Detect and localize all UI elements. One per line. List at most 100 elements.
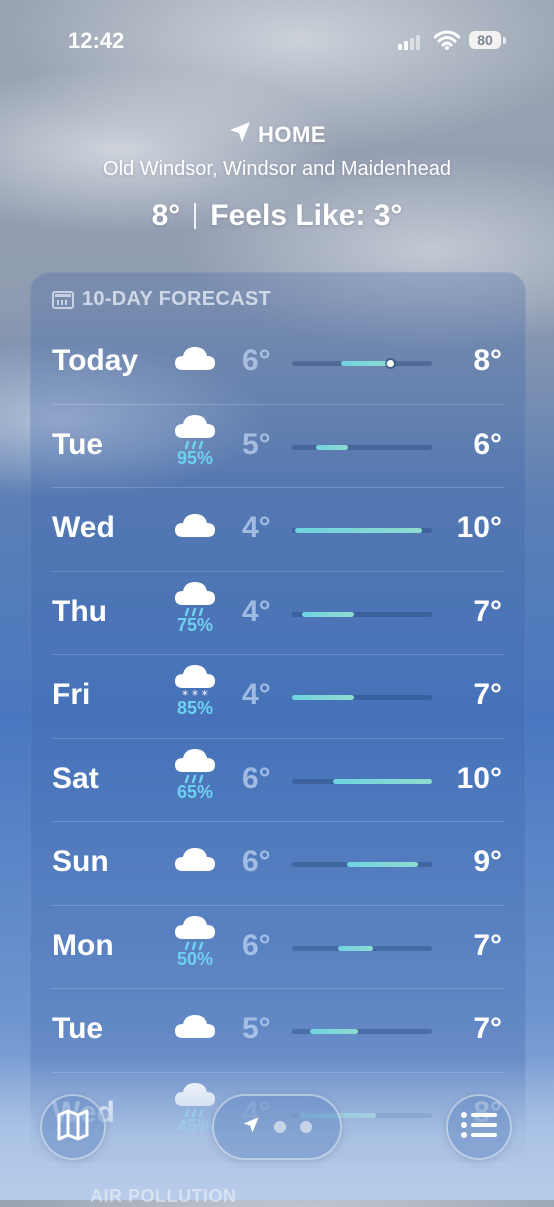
- forecast-day: Today: [52, 344, 139, 377]
- weather-icon-wrap: 65%: [170, 746, 220, 810]
- temperature-range-fill: [346, 862, 418, 867]
- low-temperature: 6°: [242, 845, 271, 878]
- temperature-range-fill: [292, 695, 354, 700]
- calendar-icon: [52, 290, 74, 309]
- list-icon: [460, 1110, 498, 1145]
- temperature-range-fill: [310, 1029, 358, 1034]
- battery-indicator: 80: [469, 31, 501, 49]
- separator: [194, 203, 197, 229]
- high-temperature: 7°: [473, 594, 502, 628]
- location-subtitle: Old Windsor, Windsor and Maidenhead: [103, 158, 451, 180]
- high-temperature: 7°: [473, 1012, 502, 1045]
- forecast-day: Wed: [52, 511, 115, 544]
- temperature-range-fill: [338, 945, 374, 951]
- map-button[interactable]: [40, 1094, 106, 1160]
- high-temperature: 6°: [473, 427, 502, 461]
- list-button[interactable]: [446, 1094, 512, 1160]
- forecast-day: Fri: [52, 678, 91, 711]
- row-divider: [52, 403, 504, 405]
- precipitation-chance: 95%: [176, 447, 214, 468]
- weather-icon-wrap: * * * 85%: [170, 662, 220, 726]
- snow-cloud-icon: * * *: [170, 662, 220, 700]
- low-temperature: 4°: [242, 594, 271, 628]
- temperature-range-fill: [332, 778, 432, 784]
- low-temperature: 6°: [242, 344, 271, 377]
- location-name: HOME: [258, 122, 326, 147]
- low-temperature: 6°: [242, 761, 271, 795]
- row-divider: [52, 737, 504, 739]
- page-dot[interactable]: [300, 1121, 312, 1133]
- weather-icon-wrap: [170, 511, 220, 575]
- location-arrow-icon: [242, 1116, 260, 1139]
- cloud-icon: [170, 845, 220, 875]
- forecast-day: Mon: [52, 928, 114, 962]
- precipitation-chance: 50%: [176, 948, 214, 969]
- forecast-row: Mon 50% 6° 7°: [30, 904, 526, 988]
- rain-cloud-icon: [170, 579, 220, 617]
- temperature-range-bar: [292, 360, 432, 367]
- temperature-summary: 8° Feels Like: 3°: [0, 199, 554, 233]
- location-pager[interactable]: [212, 1094, 342, 1160]
- rain-cloud-icon: [170, 913, 220, 951]
- map-icon: [55, 1107, 91, 1148]
- row-divider: [52, 654, 504, 655]
- forecast-row: Wed 4° 10°: [30, 487, 526, 570]
- precipitation-chance: 65%: [176, 781, 214, 802]
- row-divider: [52, 487, 504, 488]
- row-divider: [52, 904, 504, 906]
- high-temperature: 8°: [473, 344, 502, 377]
- forecast-row: Tue 5° 7°: [30, 988, 526, 1071]
- location-arrow-icon: [228, 120, 252, 150]
- temperature-range-bar: [292, 1029, 432, 1034]
- temperature-range-fill: [301, 611, 354, 617]
- forecast-row: Sat 65% 6° 10°: [30, 737, 526, 821]
- temperature-range-fill: [341, 361, 393, 366]
- low-temperature: 4°: [242, 678, 271, 711]
- weather-icon-wrap: [170, 344, 220, 408]
- row-divider: [52, 988, 504, 989]
- high-temperature: 9°: [473, 845, 502, 878]
- cellular-signal-icon: [398, 34, 424, 50]
- feels-like: Feels Like: 3°: [210, 199, 403, 232]
- weather-icon-wrap: 95%: [170, 412, 220, 476]
- precipitation-chance: 85%: [176, 698, 214, 718]
- page-dot[interactable]: [274, 1121, 286, 1133]
- temperature-range-bar: [292, 695, 432, 700]
- ten-day-forecast-card[interactable]: 10-DAY FORECAST Today 6° 8° Tue 95% 5° 6° Wed 4°…: [30, 272, 526, 1162]
- cloud-icon: [170, 511, 220, 541]
- weather-icon-wrap: 75%: [170, 579, 220, 643]
- air-pollution-heading: AIR POLLUTION: [90, 1186, 237, 1206]
- current-temperature: 8°: [151, 199, 181, 232]
- high-temperature: 10°: [456, 761, 502, 795]
- temperature-range-bar: [292, 444, 432, 450]
- temperature-range-bar: [292, 945, 432, 951]
- forecast-row: Today 6° 8°: [30, 320, 526, 403]
- rain-cloud-icon: [170, 746, 220, 784]
- forecast-row: Thu 75% 4° 7°: [30, 570, 526, 654]
- low-temperature: 4°: [242, 511, 271, 544]
- forecast-day: Tue: [52, 427, 104, 461]
- temperature-range-fill: [294, 528, 423, 533]
- row-divider: [52, 570, 504, 572]
- temperature-range-bar: [292, 778, 432, 784]
- cloud-icon: [170, 1012, 220, 1042]
- battery-nub: [503, 37, 506, 44]
- low-temperature: 6°: [242, 928, 271, 962]
- high-temperature: 10°: [456, 511, 502, 544]
- forecast-day: Tue: [52, 1012, 104, 1045]
- weather-icon-wrap: [170, 845, 220, 909]
- row-divider: [52, 821, 504, 822]
- forecast-row: Sun 6° 9°: [30, 821, 526, 904]
- forecast-day: Sat: [52, 761, 99, 795]
- cloud-icon: [170, 344, 220, 374]
- low-temperature: 5°: [242, 1012, 271, 1045]
- high-temperature: 7°: [473, 678, 502, 711]
- temperature-range-bar: [292, 862, 432, 867]
- forecast-row: Tue 95% 5° 6°: [30, 403, 526, 487]
- status-bar: 12:42 80: [0, 0, 554, 80]
- current-temperature-marker: [387, 360, 394, 367]
- rain-cloud-icon: [170, 412, 220, 450]
- forecast-row: Fri * * * 85% 4° 7°: [30, 654, 526, 737]
- weather-icon-wrap: 50%: [170, 913, 220, 977]
- low-temperature: 5°: [242, 427, 271, 461]
